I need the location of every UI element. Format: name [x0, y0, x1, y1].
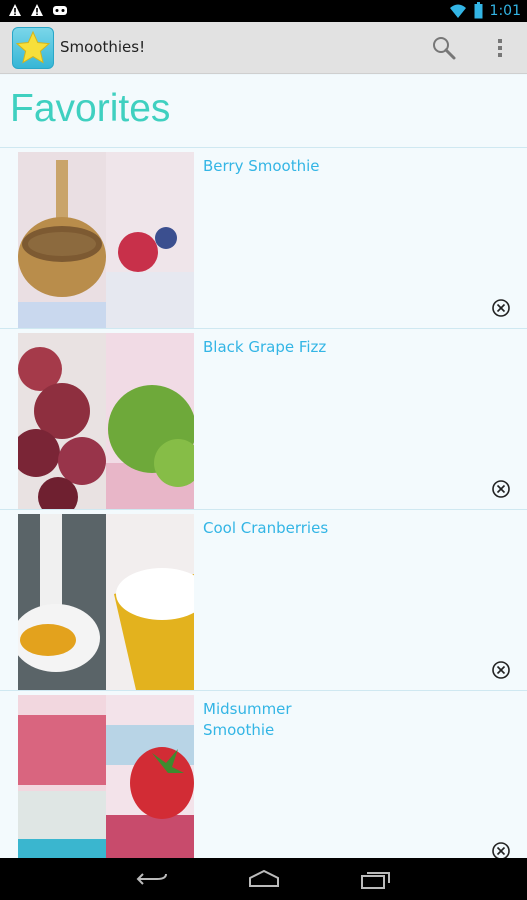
remove-circle-icon[interactable]	[491, 298, 511, 318]
warning-icon	[31, 4, 43, 16]
page-title: Favorites	[10, 87, 171, 130]
page-header: Favorites	[0, 75, 527, 147]
recipe-thumbnail-right	[106, 333, 194, 509]
status-bar: 1:01	[0, 0, 527, 22]
recipe-thumbnail-right	[106, 514, 194, 690]
recipe-name: Berry Smoothie	[203, 157, 320, 175]
back-icon[interactable]	[135, 868, 171, 890]
app-logo[interactable]	[12, 27, 54, 69]
overflow-menu-icon[interactable]	[494, 34, 506, 62]
recipe-name: Midsummer Smoothie	[203, 700, 292, 739]
search-icon[interactable]	[430, 34, 458, 62]
recipe-name: Cool Cranberries	[203, 519, 329, 537]
list-item[interactable]: Midsummer Smoothie	[0, 690, 527, 858]
system-navigation-bar	[0, 858, 527, 900]
wifi-icon	[449, 4, 466, 18]
recipe-thumbnail-left	[18, 695, 106, 858]
list-item[interactable]: Cool Cranberries	[0, 509, 527, 690]
favorites-list: Berry Smoothie Black Grape Fizz Cool Cra…	[0, 147, 527, 858]
recipe-thumbnail-left	[18, 152, 106, 328]
recipe-thumbnail-right	[106, 695, 194, 858]
recipe-thumbnail-right	[106, 152, 194, 328]
game-controller-icon	[53, 6, 67, 15]
recents-icon[interactable]	[358, 868, 394, 890]
star-icon	[15, 30, 51, 64]
list-item[interactable]: Black Grape Fizz	[0, 328, 527, 509]
remove-circle-icon[interactable]	[491, 479, 511, 499]
recipe-thumbnail-left	[18, 333, 106, 509]
recipe-thumbnail-left	[18, 514, 106, 690]
battery-icon	[474, 2, 483, 19]
home-icon[interactable]	[246, 868, 282, 890]
app-title: Smoothies!	[60, 38, 146, 56]
clock: 1:01	[489, 2, 521, 19]
recipe-name: Black Grape Fizz	[203, 338, 327, 356]
action-bar: Smoothies!	[0, 22, 527, 74]
remove-circle-icon[interactable]	[491, 660, 511, 680]
warning-icon	[9, 4, 21, 16]
list-item[interactable]: Berry Smoothie	[0, 147, 527, 328]
remove-circle-icon[interactable]	[491, 841, 511, 858]
